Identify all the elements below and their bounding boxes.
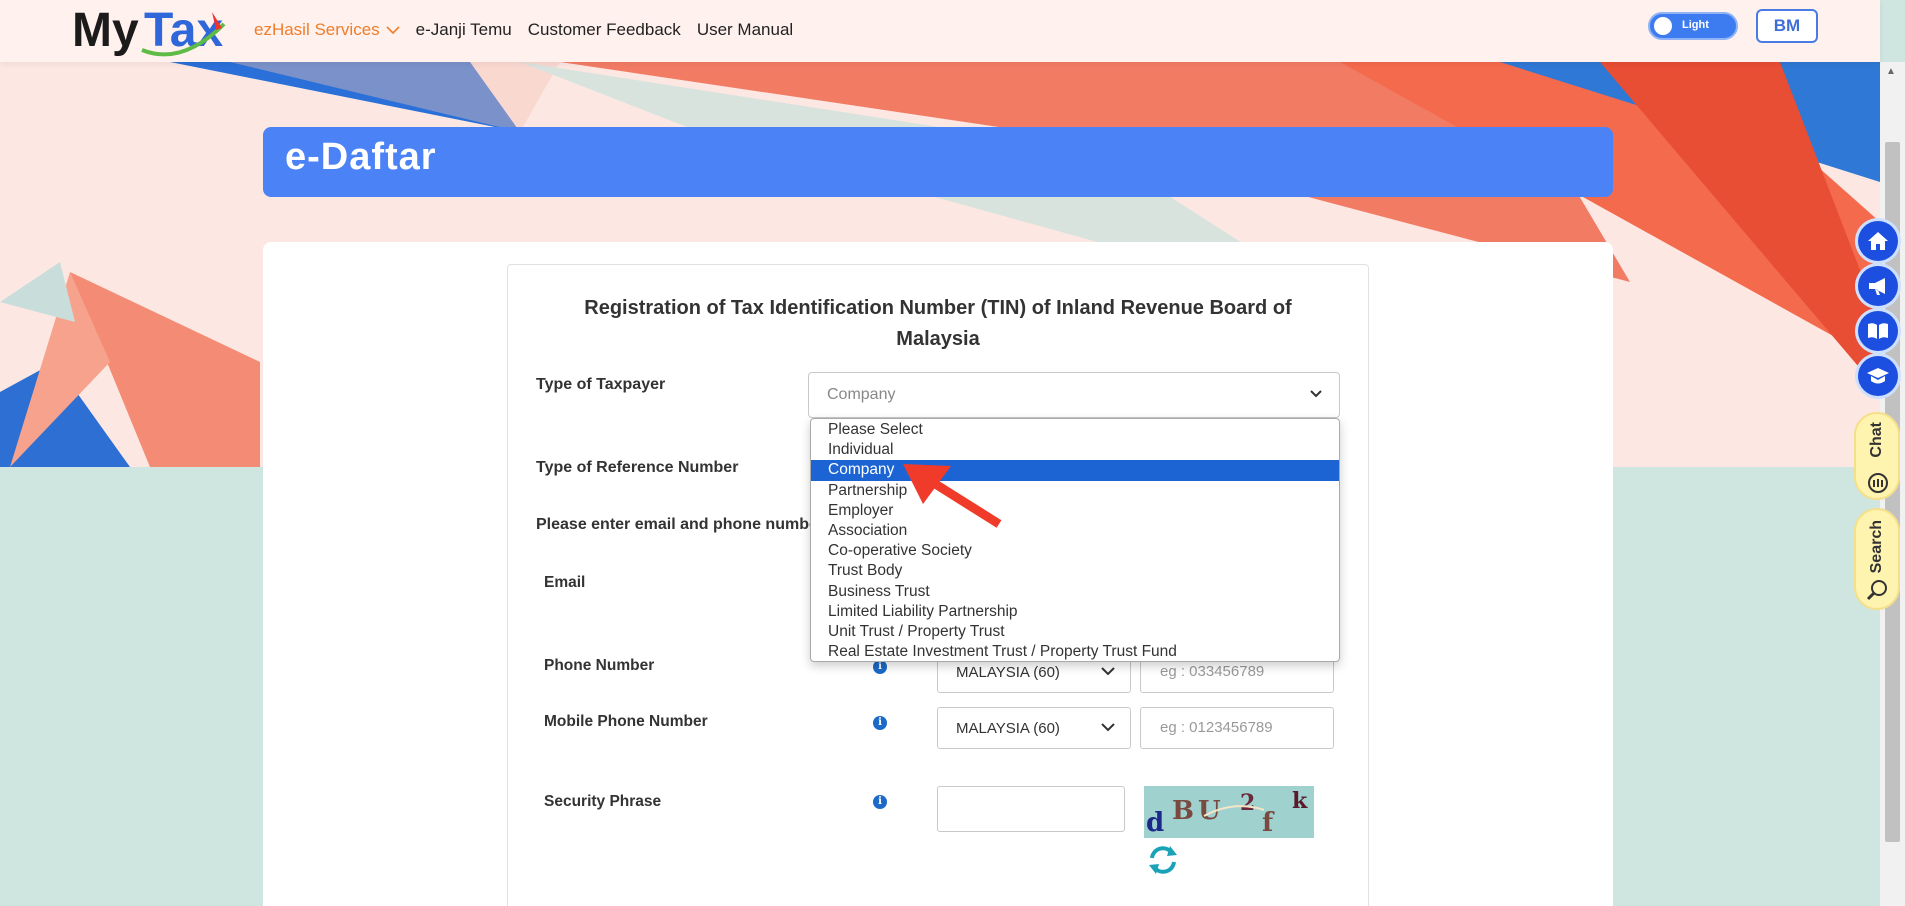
phone-country-value: MALAYSIA (60) — [956, 664, 1060, 681]
chat-button[interactable]: Chat — [1854, 412, 1900, 500]
contact-prompt: Please enter email and phone number — [536, 516, 825, 533]
mobile-country-select[interactable]: MALAYSIA (60) — [937, 707, 1131, 749]
language-button[interactable]: BM — [1756, 9, 1818, 43]
form-title: Registration of Tax Identification Numbe… — [584, 297, 1292, 350]
mobile-country-value: MALAYSIA (60) — [956, 720, 1060, 737]
phone-label: Phone Number — [544, 657, 655, 674]
search-button[interactable]: Search — [1854, 508, 1900, 610]
option-please-select[interactable]: Please Select — [811, 420, 1339, 440]
chevron-down-icon — [1101, 667, 1115, 676]
refresh-captcha-icon[interactable] — [1146, 844, 1180, 876]
option-reit[interactable]: Real Estate Investment Trust / Property … — [811, 642, 1339, 662]
selected-value: Company — [827, 386, 896, 403]
captcha-image: d B U 2 f k — [1144, 786, 1314, 838]
svg-text:My: My — [72, 6, 139, 57]
option-trust-body[interactable]: Trust Body — [811, 561, 1339, 581]
theme-toggle-label: Light — [1682, 19, 1709, 31]
info-icon[interactable]: i — [873, 716, 887, 730]
page-title: e-Daftar — [285, 136, 437, 178]
scroll-up-icon[interactable]: ▲ — [1886, 66, 1896, 77]
page-banner: e-Daftar — [263, 127, 1613, 197]
theme-toggle[interactable]: Light — [1648, 12, 1738, 40]
nav-user-manual[interactable]: User Manual — [697, 20, 793, 40]
mobile-number-input[interactable]: eg : 0123456789 — [1140, 707, 1334, 749]
info-icon[interactable]: i — [873, 795, 887, 809]
type-of-taxpayer-label: Type of Taxpayer — [536, 376, 666, 393]
option-individual[interactable]: Individual — [811, 440, 1339, 460]
option-unit-trust[interactable]: Unit Trust / Property Trust — [811, 622, 1339, 642]
option-co-operative-society[interactable]: Co-operative Society — [811, 541, 1339, 561]
security-phrase-input[interactable] — [937, 786, 1125, 832]
search-icon — [1866, 580, 1887, 601]
option-limited-liability-partnership[interactable]: Limited Liability Partnership — [811, 602, 1339, 622]
option-business-trust[interactable]: Business Trust — [811, 582, 1339, 602]
home-button[interactable] — [1858, 221, 1898, 261]
nav-ezhasil-services[interactable]: ezHasil Services — [254, 20, 400, 40]
chevron-down-icon — [1101, 723, 1115, 732]
chevron-down-icon — [1310, 390, 1322, 398]
type-of-taxpayer-select[interactable]: Company — [808, 372, 1340, 418]
education-button[interactable] — [1858, 356, 1898, 396]
taxpayer-type-dropdown[interactable]: Please Select Individual Company Partner… — [810, 418, 1340, 662]
manual-button[interactable] — [1858, 311, 1898, 351]
option-company[interactable]: Company — [811, 460, 1339, 481]
nav-customer-feedback[interactable]: Customer Feedback — [528, 20, 681, 40]
mytax-logo[interactable]: My Tax — [72, 4, 232, 58]
graduation-cap-icon — [1867, 368, 1889, 384]
mobile-label: Mobile Phone Number — [544, 713, 708, 730]
top-navbar: My Tax ezHasil Services e-Janji Temu Cus… — [0, 0, 1880, 62]
megaphone-icon — [1869, 278, 1885, 295]
type-of-reference-label: Type of Reference Number — [536, 459, 739, 476]
search-label: Search — [1868, 520, 1885, 574]
option-employer[interactable]: Employer — [811, 501, 1339, 521]
chat-label: Chat — [1868, 422, 1885, 458]
chat-icon — [1868, 473, 1888, 493]
nav-e-janji-temu[interactable]: e-Janji Temu — [416, 20, 512, 40]
nav-label: ezHasil Services — [254, 20, 380, 39]
announcement-button[interactable] — [1858, 266, 1898, 306]
option-association[interactable]: Association — [811, 521, 1339, 541]
book-icon — [1868, 323, 1888, 339]
annotation-arrow-icon — [903, 464, 1002, 528]
email-label: Email — [544, 574, 586, 591]
chevron-down-icon — [386, 26, 400, 35]
security-phrase-label: Security Phrase — [544, 793, 662, 810]
home-icon — [1868, 232, 1888, 250]
main-nav: ezHasil Services e-Janji Temu Customer F… — [254, 20, 793, 40]
toggle-knob — [1654, 17, 1672, 35]
option-partnership[interactable]: Partnership — [811, 481, 1339, 501]
